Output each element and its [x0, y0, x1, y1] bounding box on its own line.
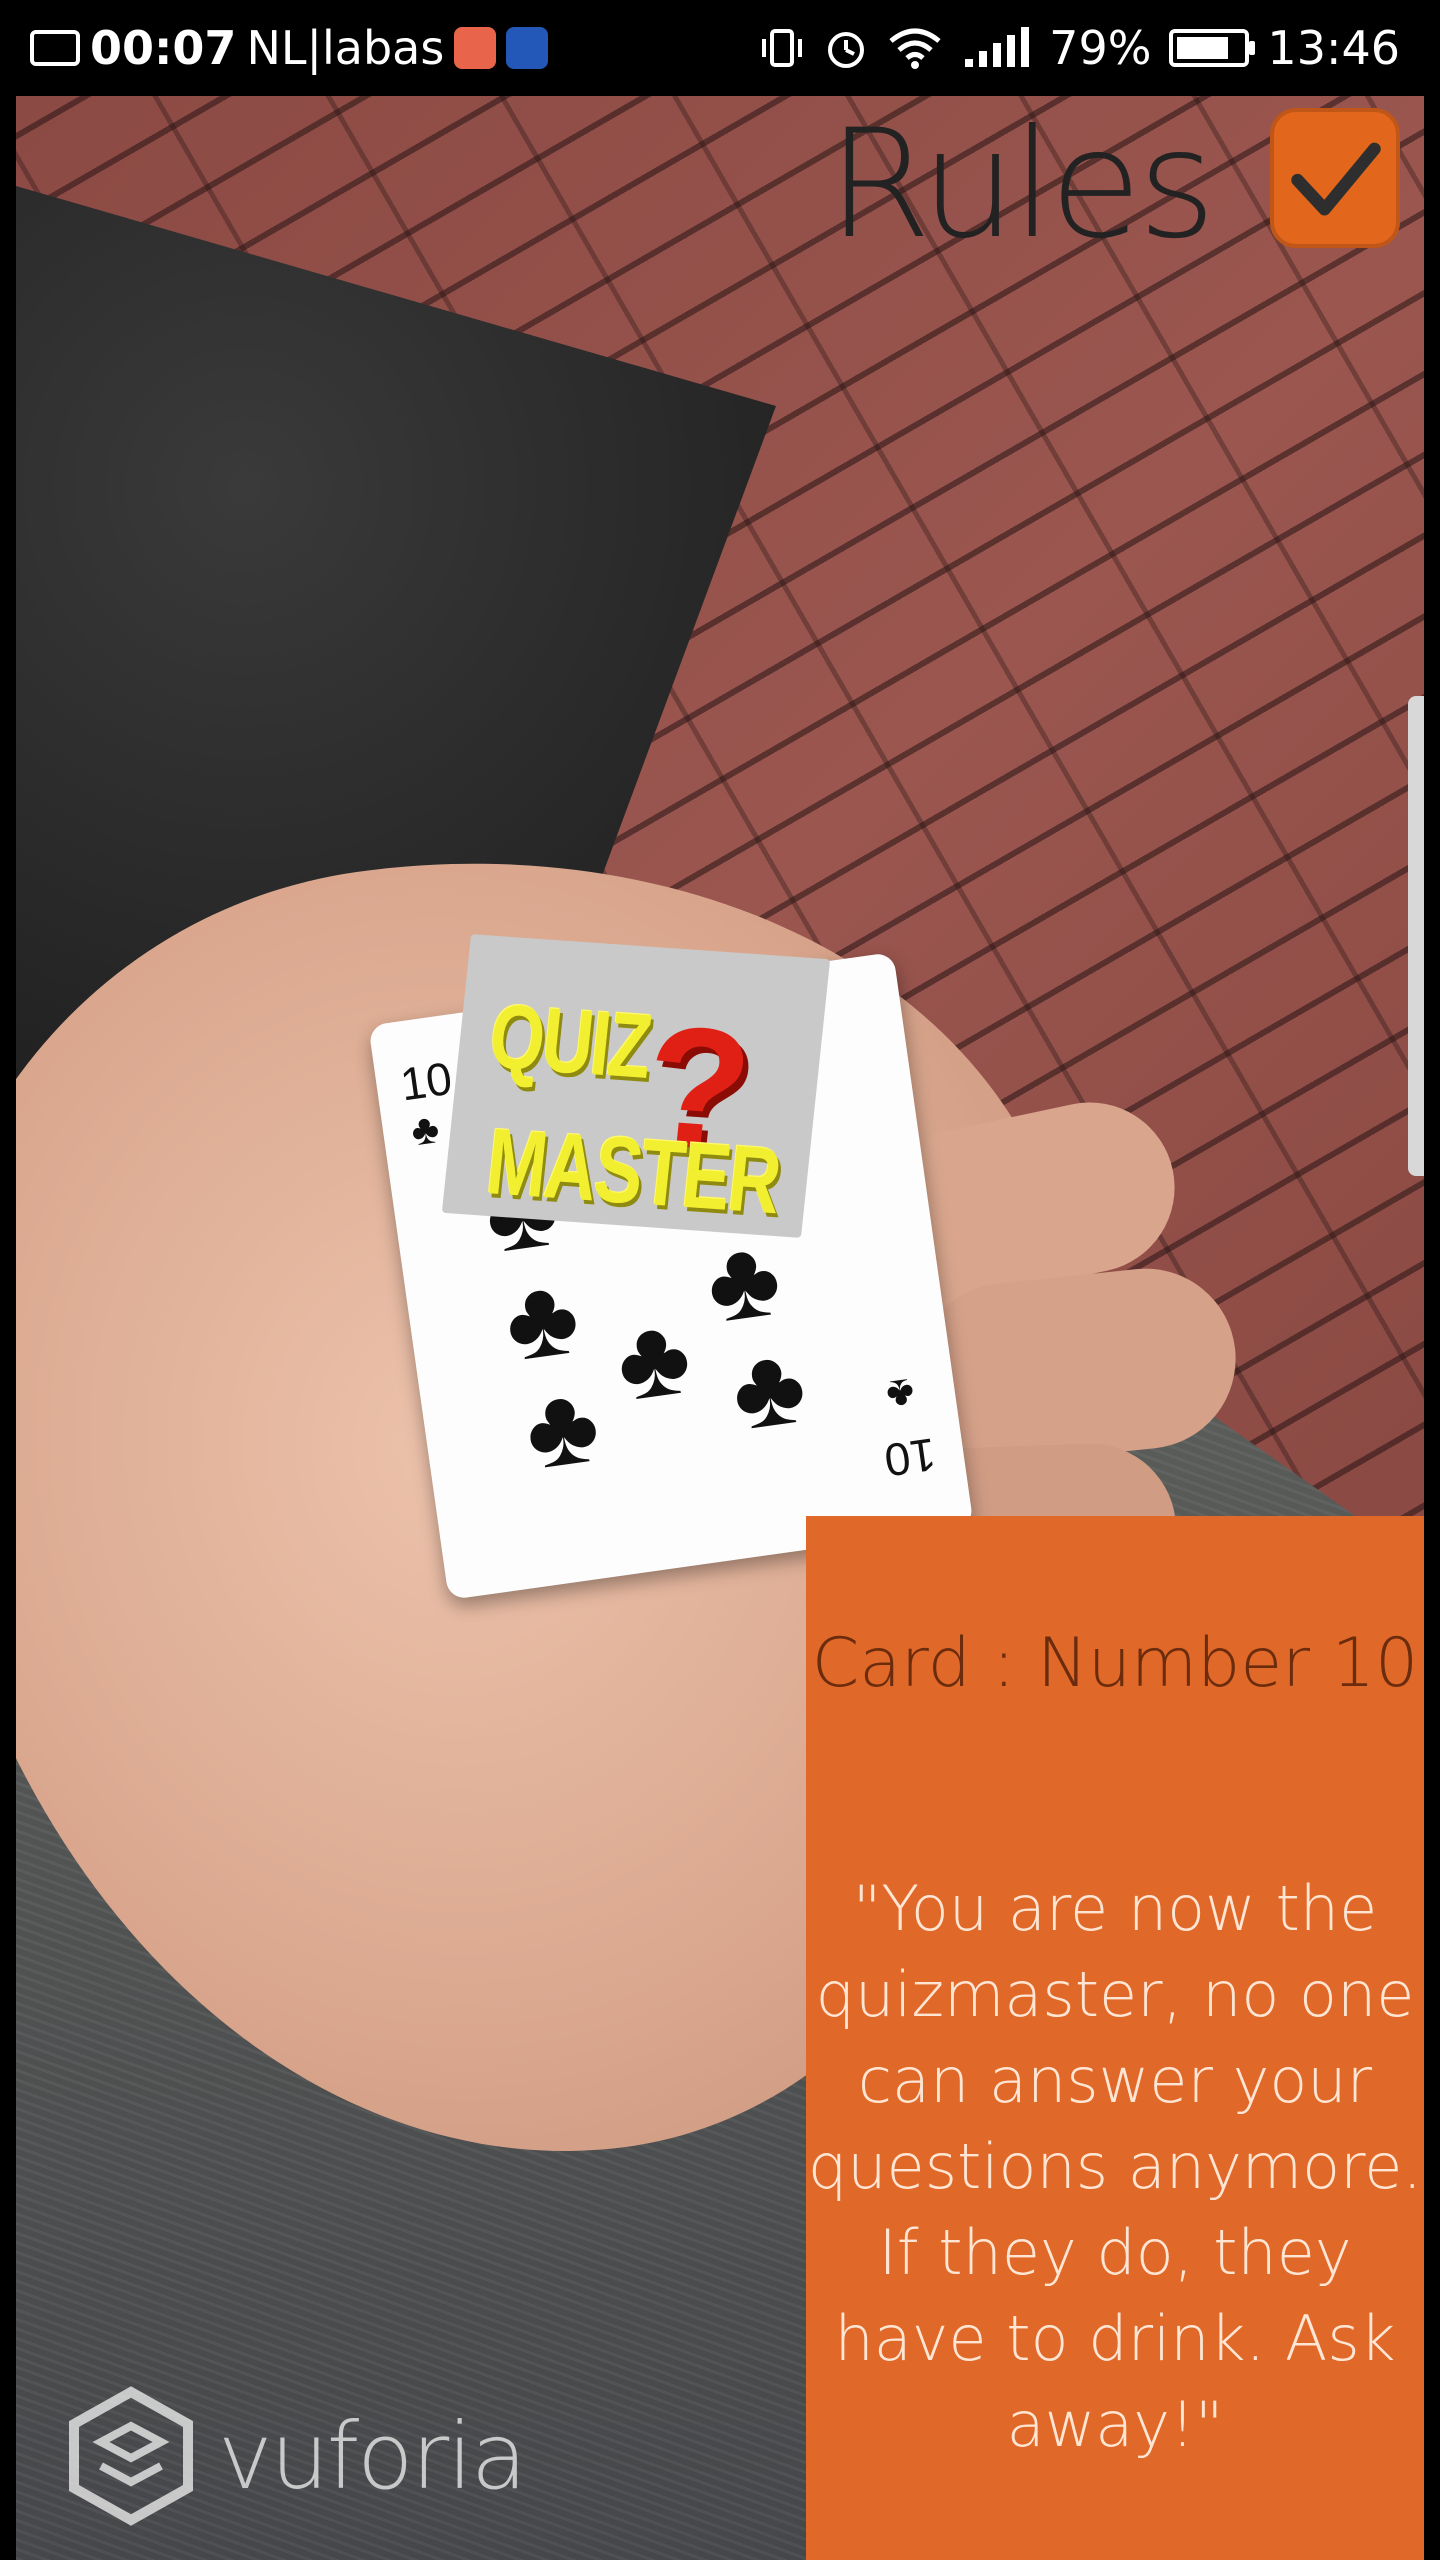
status-bar: 00:07 NL|labas 79% 13:46 [0, 0, 1440, 96]
app-notification-icon [506, 27, 549, 69]
club-icon: ♣ [517, 1361, 607, 1494]
vuforia-watermark: vuforia [66, 2386, 527, 2526]
battery-icon [1169, 29, 1256, 67]
clock: 13:46 [1267, 21, 1400, 75]
rules-label: Rules [827, 98, 1216, 272]
card-title: Card : Number 10 [811, 1624, 1419, 1703]
card-info-panel: Card : Number 10 "You are now the quizma… [806, 1516, 1424, 2560]
rules-checkbox[interactable] [1270, 108, 1400, 248]
card-rank-bottom: 10 [881, 1428, 939, 1487]
vuforia-logo-icon [69, 2386, 193, 2526]
card-description: "You are now the quizmaster, no one can … [807, 1872, 1423, 2461]
club-icon: ♣ [497, 1252, 587, 1385]
wifi-icon [889, 28, 941, 69]
screen-record-icon [30, 30, 80, 66]
ar-quizmaster-card: QUIZ ? MASTER [441, 934, 831, 1238]
vuforia-text: vuforia [218, 2402, 527, 2510]
master-title: MASTER [481, 1110, 785, 1234]
club-icon: ♣ [884, 1369, 918, 1420]
checkmark-icon [1291, 142, 1381, 216]
vibrate-icon [762, 29, 803, 67]
club-icon: ♣ [609, 1292, 698, 1425]
battery-percent: 79% [1049, 21, 1152, 75]
alarm-icon [828, 32, 865, 68]
edge-swipe-handle[interactable] [1408, 696, 1424, 1176]
carrier-name: NL|labas [246, 21, 445, 75]
club-icon: ♣ [408, 1104, 442, 1155]
club-icon: ♣ [699, 1214, 788, 1347]
record-timer: 00:07 [90, 21, 237, 75]
card-rank-top: 10 [397, 1051, 456, 1111]
club-icon: ♣ [724, 1322, 813, 1454]
signal-icon [965, 27, 1030, 67]
youtube-notification-icon [454, 27, 497, 69]
quiz-title: QUIZ [485, 985, 655, 1098]
